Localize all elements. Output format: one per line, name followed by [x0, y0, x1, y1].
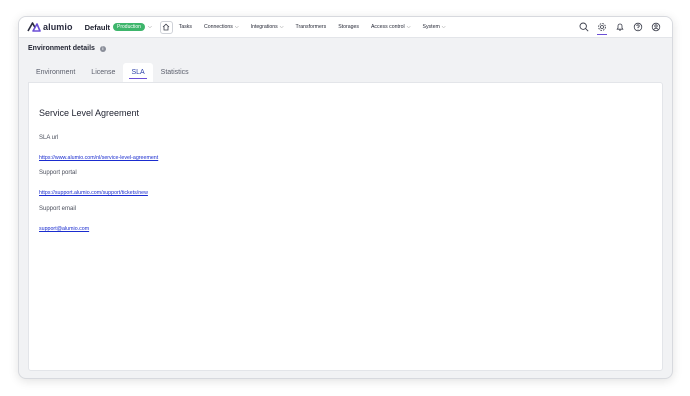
support-portal-link[interactable]: https://support.alumio.com/support/ticke…	[39, 190, 148, 196]
nav-item-access-control[interactable]: Access control ⌵	[371, 24, 411, 30]
info-icon[interactable]: i	[99, 45, 106, 52]
nav-item-storages[interactable]: Storages	[338, 24, 359, 30]
alumio-logo-icon	[27, 22, 41, 32]
field-label: Support email	[39, 206, 77, 212]
field-label: SLA url	[39, 135, 59, 141]
nav-label: Integrations	[250, 24, 278, 30]
settings-gear-icon	[598, 23, 606, 31]
tab-license[interactable]: License	[83, 63, 123, 82]
bell-icon	[616, 23, 624, 31]
notifications-button[interactable]	[614, 20, 626, 34]
main-nav: Tasks Connections ⌵ Integrations ⌵ Trans…	[179, 24, 458, 30]
sla-title: Service Level Agreement	[39, 108, 140, 118]
nav-item-transformers[interactable]: Transformers	[296, 24, 327, 30]
help-button[interactable]	[632, 20, 644, 34]
tab-label: SLA	[131, 69, 145, 76]
search-button[interactable]	[578, 20, 590, 34]
home-button[interactable]	[159, 20, 173, 34]
support-email-field: Support email support@alumio.com	[39, 206, 89, 235]
brand-name: alumio	[43, 22, 73, 32]
brand-logo[interactable]: alumio	[27, 22, 73, 32]
home-icon	[162, 23, 170, 31]
help-icon	[633, 22, 643, 32]
sla-panel: Service Level Agreement SLA url https://…	[28, 82, 663, 371]
nav-label: Access control	[370, 24, 405, 30]
support-portal-field: Support portal https://support.alumio.co…	[39, 170, 148, 199]
user-menu-button[interactable]	[650, 20, 662, 34]
nav-item-system[interactable]: System ⌵	[423, 24, 446, 30]
tab-sla[interactable]: SLA	[123, 63, 153, 82]
tab-bar: Environment License SLA Statistics	[28, 63, 197, 82]
nav-item-integrations[interactable]: Integrations ⌵	[251, 24, 284, 30]
header-actions	[578, 20, 662, 35]
support-email-link[interactable]: support@alumio.com	[39, 226, 89, 232]
tab-label: Environment	[36, 69, 76, 76]
chevron-down-icon: ⌵	[441, 24, 446, 30]
tab-environment[interactable]: Environment	[28, 63, 83, 82]
page-title-text: Environment details	[28, 45, 95, 52]
nav-item-tasks[interactable]: Tasks	[179, 24, 192, 30]
field-label: Support portal	[39, 170, 77, 176]
sla-url-field: SLA url https://www.alumio.com/nl/servic…	[39, 135, 158, 164]
nav-label: Transformers	[295, 24, 327, 30]
nav-label: Storages	[338, 24, 359, 30]
nav-label: Connections	[204, 24, 233, 30]
environment-name: Default	[84, 22, 111, 32]
nav-label: System	[422, 24, 440, 30]
chevron-down-icon: ⌵	[406, 24, 411, 30]
search-icon	[579, 22, 589, 32]
tab-label: Statistics	[160, 69, 189, 76]
tab-statistics[interactable]: Statistics	[153, 63, 197, 82]
chevron-down-icon: ⌵	[234, 24, 239, 30]
environment-switcher[interactable]: Default Production ⌵	[85, 23, 152, 32]
page-title: Environment details i	[28, 45, 106, 52]
tab-label: License	[91, 69, 116, 76]
settings-button[interactable]	[596, 20, 608, 35]
user-icon	[651, 22, 661, 32]
chevron-down-icon: ⌵	[279, 24, 284, 30]
nav-item-connections[interactable]: Connections ⌵	[204, 24, 239, 30]
app-window: alumio Default Production ⌵ Tasks Connec…	[18, 16, 673, 379]
sla-url-link[interactable]: https://www.alumio.com/nl/service-level-…	[39, 155, 158, 161]
environment-badge: Production	[113, 23, 145, 31]
chevron-down-icon: ⌵	[147, 24, 152, 30]
top-navigation-bar: alumio Default Production ⌵ Tasks Connec…	[19, 17, 672, 38]
nav-label: Tasks	[178, 24, 192, 30]
